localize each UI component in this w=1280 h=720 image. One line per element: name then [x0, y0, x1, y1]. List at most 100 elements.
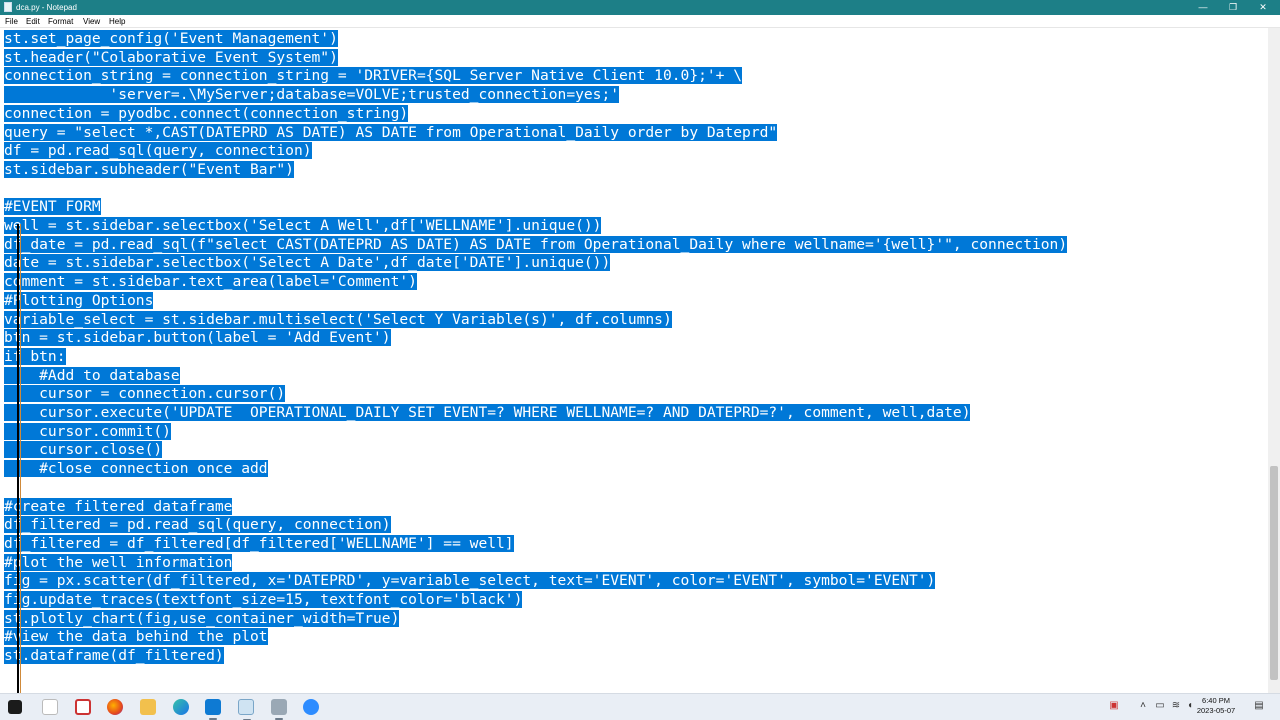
- selected-code-text: fig.update_traces(textfont_size=15, text…: [4, 591, 523, 608]
- selected-code-text: cursor.commit(): [4, 422, 171, 440]
- window-title: dca.py - Notepad: [16, 3, 77, 12]
- code-line: date = st.sidebar.selectbox('Select A Da…: [4, 253, 611, 272]
- code-line: #Plotting Options: [4, 291, 154, 310]
- tool-icon[interactable]: [271, 699, 287, 720]
- selected-code-text: df_date = pd.read_sql(f"select CAST(DATE…: [4, 235, 1068, 253]
- selected-code-text: date = st.sidebar.selectbox('Select A Da…: [4, 254, 611, 272]
- scrollbar-thumb[interactable]: [1270, 466, 1278, 680]
- code-line: #view the data behind the plot: [4, 627, 268, 646]
- code-line: query = "select *,CAST(DATEPRD AS DATE) …: [4, 123, 778, 142]
- pdf-icon[interactable]: ▣: [1108, 700, 1120, 712]
- code-line: 'server=.\MyServer;database=VOLVE;truste…: [4, 85, 620, 104]
- menu-edit[interactable]: Edit: [26, 16, 40, 27]
- selected-code-text: 'server=.\MyServer;database=VOLVE;truste…: [4, 86, 620, 104]
- selected-code-text: fig = px.scatter(df_filtered, x='DATEPRD…: [4, 572, 936, 590]
- code-line: well = st.sidebar.selectbox('Select A We…: [4, 216, 602, 235]
- notification-icon[interactable]: ▤: [1253, 700, 1265, 712]
- code-line: df = pd.read_sql(query, connection): [4, 141, 312, 160]
- selected-code-text: st.dataframe(df_filtered): [4, 647, 224, 665]
- selected-code-text: st.header("Colaborative Event System"): [4, 48, 338, 66]
- cursor-guide-line: [17, 224, 19, 694]
- selected-code-text: #plot the well information: [4, 553, 233, 571]
- tray-date: 2023-05-07: [1196, 706, 1236, 715]
- maximize-button[interactable]: ❐: [1218, 0, 1248, 15]
- selected-code-text: well = st.sidebar.selectbox('Select A We…: [4, 217, 602, 234]
- selected-code-text: btn = st.sidebar.button(label = 'Add Eve…: [4, 329, 391, 347]
- selected-code-text: #Plotting Options: [4, 291, 154, 309]
- code-line: cursor = connection.cursor(): [4, 384, 286, 403]
- tray-time: 6:40 PM: [1202, 696, 1230, 705]
- code-line: #close connection once add: [4, 459, 268, 478]
- code-line: connection_string = connection_string = …: [4, 66, 743, 85]
- tray-clock[interactable]: 6:40 PM 2023-05-07: [1196, 696, 1236, 716]
- selected-code-text: cursor = connection.cursor(): [4, 385, 286, 403]
- code-line: #create filtered dataframe: [4, 497, 233, 516]
- code-line: #EVENT FORM: [4, 197, 101, 216]
- cursor-guide-line: [20, 224, 21, 694]
- code-line: st.header("Colaborative Event System"): [4, 48, 338, 67]
- edge-icon[interactable]: [173, 699, 189, 715]
- code-line: cursor.execute('UPDATE OPERATIONAL_DAILY…: [4, 403, 971, 422]
- menu-format[interactable]: Format: [48, 16, 73, 27]
- code-line: df_filtered = pd.read_sql(query, connect…: [4, 515, 391, 534]
- vscode-icon[interactable]: [205, 699, 221, 720]
- selected-code-text: comment = st.sidebar.text_area(label='Co…: [4, 273, 417, 291]
- selected-code-text: query = "select *,CAST(DATEPRD AS DATE) …: [4, 123, 778, 141]
- text-editor[interactable]: st.set_page_config('Event Management') st…: [0, 28, 1268, 693]
- code-line: variable_select = st.sidebar.multiselect…: [4, 310, 672, 329]
- selected-code-text: df_filtered = pd.read_sql(query, connect…: [4, 516, 391, 534]
- selected-code-text: st.sidebar.subheader("Event Bar"): [4, 160, 294, 178]
- code-line: comment = st.sidebar.text_area(label='Co…: [4, 272, 417, 291]
- code-line: cursor.close(): [4, 440, 163, 459]
- app-icon[interactable]: [75, 699, 91, 715]
- battery-icon[interactable]: ▭: [1154, 700, 1166, 712]
- selected-code-text: cursor.close(): [4, 441, 163, 459]
- start-icon[interactable]: [8, 700, 22, 714]
- minimize-button[interactable]: —: [1188, 0, 1218, 15]
- selected-code-text: df = pd.read_sql(query, connection): [4, 142, 312, 160]
- taskbar: [0, 693, 1280, 720]
- code-line: if btn:: [4, 347, 66, 366]
- notepad-icon[interactable]: [238, 699, 254, 720]
- code-line: st.plotly_chart(fig,use_container_width=…: [4, 609, 400, 628]
- volume-icon[interactable]: ◖: [1184, 700, 1196, 712]
- folder-icon[interactable]: [140, 699, 156, 715]
- selected-code-text: #Add to database: [4, 366, 180, 384]
- selected-code-text: #view the data behind the plot: [4, 628, 268, 646]
- selected-code-text: if btn:: [4, 347, 66, 365]
- selected-code-text: cursor.execute('UPDATE OPERATIONAL_DAILY…: [4, 404, 971, 421]
- selected-code-text: connection_string = connection_string = …: [4, 67, 743, 85]
- selected-code-text: connection = pyodbc.connect(connection_s…: [4, 104, 409, 122]
- wifi-icon[interactable]: ≋: [1170, 700, 1182, 712]
- selected-code-text: #close connection once add: [4, 460, 268, 478]
- firefox-icon[interactable]: [107, 699, 123, 715]
- code-line: #plot the well information: [4, 553, 233, 572]
- chevron-up-icon[interactable]: ˄: [1137, 700, 1149, 712]
- menu-file[interactable]: File: [5, 16, 18, 27]
- code-line: st.set_page_config('Event Management'): [4, 29, 338, 48]
- selected-code-text: st.plotly_chart(fig,use_container_width=…: [4, 609, 400, 627]
- selected-code-text: df_filtered = df_filtered[df_filtered['W…: [4, 534, 514, 552]
- title-bar: dca.py - Notepad — ❐ ✕: [0, 0, 1280, 15]
- zoom-icon[interactable]: [303, 699, 319, 715]
- selected-code-text: variable_select = st.sidebar.multiselect…: [4, 310, 672, 328]
- code-line: st.dataframe(df_filtered): [4, 646, 224, 665]
- code-line: #Add to database: [4, 366, 180, 385]
- close-button[interactable]: ✕: [1248, 0, 1278, 15]
- code-line: fig = px.scatter(df_filtered, x='DATEPRD…: [4, 571, 936, 590]
- notepad-icon: [4, 2, 12, 12]
- code-line: st.sidebar.subheader("Event Bar"): [4, 160, 294, 179]
- menu-view[interactable]: View: [83, 16, 100, 27]
- code-line: df_date = pd.read_sql(f"select CAST(DATE…: [4, 235, 1068, 254]
- code-line: fig.update_traces(textfont_size=15, text…: [4, 590, 523, 609]
- file-explorer-icon[interactable]: [42, 699, 58, 715]
- selected-code-text: st.set_page_config('Event Management'): [4, 30, 338, 47]
- code-line: connection = pyodbc.connect(connection_s…: [4, 104, 409, 123]
- menu-bar: File Edit Format View Help: [0, 15, 1280, 28]
- selected-code-text: #create filtered dataframe: [4, 497, 233, 515]
- code-line: cursor.commit(): [4, 422, 171, 441]
- menu-help[interactable]: Help: [109, 16, 125, 27]
- selected-code-text: #EVENT FORM: [4, 198, 101, 216]
- code-line: btn = st.sidebar.button(label = 'Add Eve…: [4, 328, 391, 347]
- code-line: df_filtered = df_filtered[df_filtered['W…: [4, 534, 514, 553]
